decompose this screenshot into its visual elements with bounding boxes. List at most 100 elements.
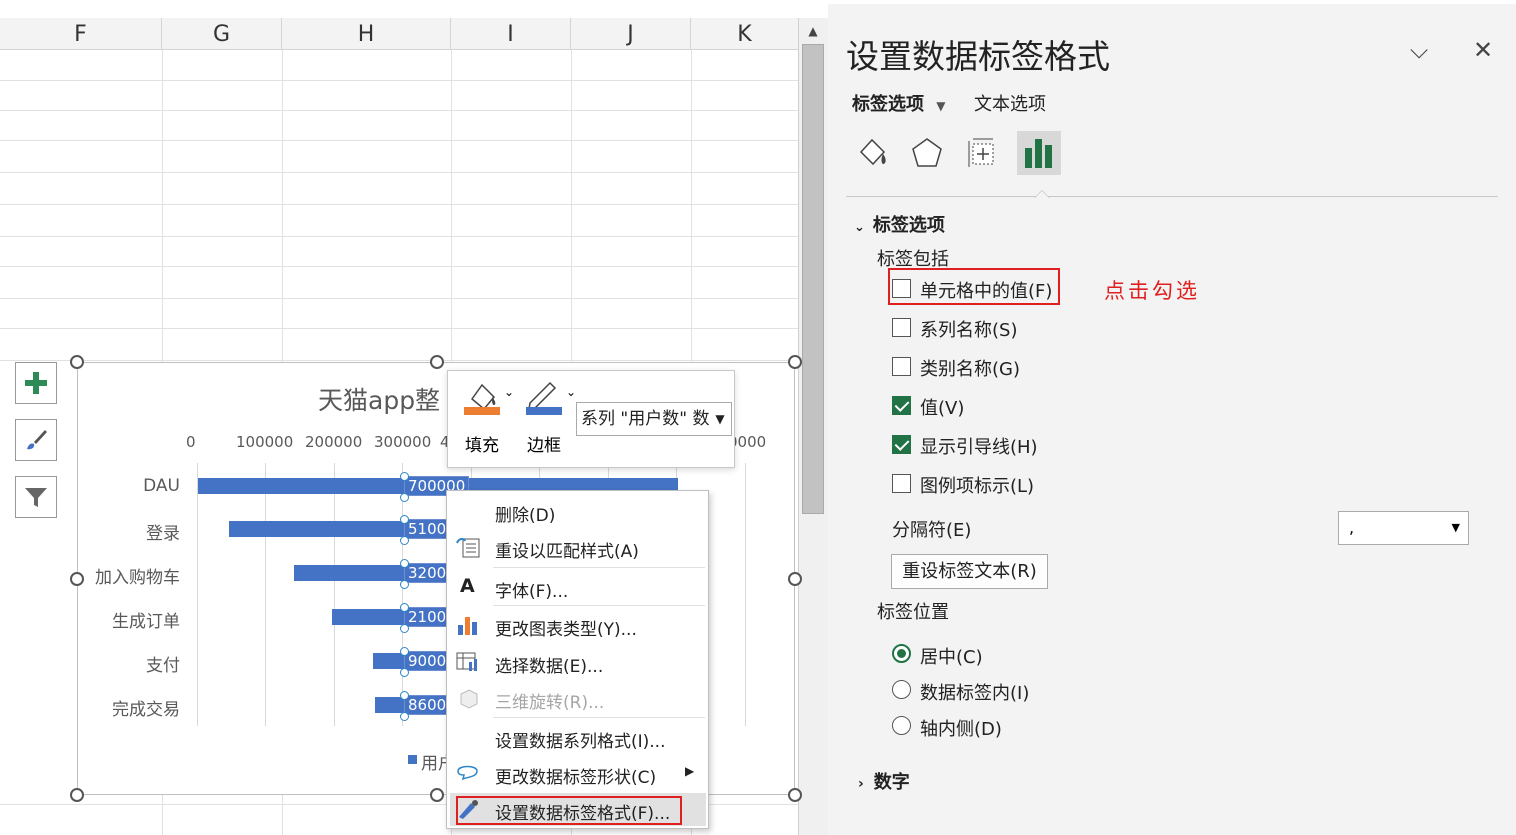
column-header-g[interactable]: G [162,18,282,50]
menu-item-change-label-shape[interactable]: 更改数据标签形状(C) ▶ [447,755,708,791]
gridline [265,463,266,726]
menu-item-3d-rotation[interactable]: 三维旋转(R)... [447,680,708,716]
resize-handle[interactable] [70,572,84,586]
column-header-k[interactable]: K [691,18,798,50]
selection-handle[interactable] [400,472,409,481]
collapse-pane-icon[interactable]: ⌵ [1410,36,1428,64]
data-label[interactable]: 9000 [404,651,451,671]
resize-handle[interactable] [788,355,802,369]
menu-item-select-data[interactable]: 选择数据(E)... [447,644,708,680]
selection-handle[interactable] [400,647,409,656]
grid-line [0,360,798,361]
tab-pointer-inner [1035,191,1049,198]
checkbox-category-name[interactable] [892,357,911,376]
tab-label-options[interactable]: 标签选项 ▼ [852,90,946,116]
column-header-j[interactable]: J [571,18,691,50]
label-options-section[interactable]: ⌄ 标签选项 [854,211,945,237]
menu-item-font[interactable]: A 字体(F)... [447,569,708,605]
grid-line [0,140,798,141]
radio-inside-end[interactable] [892,680,911,699]
menu-item-change-chart-type[interactable]: 更改图表类型(Y)... [447,607,708,643]
checkbox-label: 显示引导线(H) [920,437,1038,458]
close-icon[interactable]: ✕ [1473,36,1493,64]
number-section[interactable]: › 数字 [858,768,910,794]
checkbox-value[interactable] [892,396,911,415]
category-label: 完成交易 [112,700,180,720]
dropdown-arrow-icon: ▼ [709,403,731,435]
mini-toolbar: ⌄ 填充 ⌄ 边框 系列 "用户数" 数 ▼ [447,370,735,468]
menu-item-label: 更改图表类型(Y)... [495,620,637,640]
checkbox-leader-lines[interactable] [892,435,911,454]
tab-text-options[interactable]: 文本选项 [974,90,1046,116]
menu-separator [493,567,705,568]
reset-label-text-button[interactable]: 重设标签文本(R) [891,554,1048,589]
column-header-h[interactable]: H [282,18,451,50]
chart-title[interactable]: 天猫app整 [318,381,440,417]
checkbox-label: 单元格中的值(F) [920,281,1053,302]
selection-handle[interactable] [400,493,409,502]
separator-select[interactable]: , ▼ [1338,511,1469,545]
separator-value: , [1349,518,1355,537]
chart-type-icon [458,617,477,635]
selection-handle[interactable] [400,580,409,589]
checkbox-series-name[interactable] [892,318,911,337]
resize-handle[interactable] [430,355,444,369]
fill-button[interactable]: ⌄ 填充 [462,377,514,456]
checkbox-label: 值(V) [920,398,965,419]
fill-line-tab[interactable] [850,131,894,175]
selection-handle[interactable] [400,536,409,545]
radio-inside-base[interactable] [892,716,911,735]
resize-handle[interactable] [70,788,84,802]
grid-line [0,298,798,299]
select-data-icon [456,652,477,671]
menu-item-delete[interactable]: 删除(D) [447,493,708,529]
pane-top-edge [828,0,1516,4]
scroll-thumb[interactable] [802,44,824,514]
selection-handle[interactable] [400,712,409,721]
selection-handle[interactable] [400,624,409,633]
vertical-scrollbar[interactable]: ▲ [798,18,828,835]
reset-style-icon [456,537,480,558]
selection-handle[interactable] [400,691,409,700]
menu-item-reset-style[interactable]: 重设以匹配样式(A) [447,529,708,565]
resize-handle[interactable] [430,788,444,802]
pentagon-icon [912,138,942,167]
column-header-f[interactable]: F [0,18,162,50]
data-label[interactable]: 8600 [404,695,451,715]
checkbox-value-from-cells[interactable] [892,279,911,298]
series-select[interactable]: 系列 "用户数" 数 ▼ [576,402,732,436]
data-label[interactable]: 3200 [404,563,451,583]
selection-handle[interactable] [400,559,409,568]
size-properties-tab[interactable] [961,131,1005,175]
selection-handle[interactable] [400,515,409,524]
menu-item-label: 设置数据标签格式(F)... [495,804,671,824]
menu-item-label: 三维旋转(R)... [495,693,605,713]
resize-handle[interactable] [70,355,84,369]
column-headers: F G H I J K [0,18,798,50]
checkbox-label: 类别名称(G) [920,359,1020,380]
grid-line [0,236,798,237]
grid-line [0,204,798,205]
menu-item-format-series[interactable]: 设置数据系列格式(I)... [447,719,708,755]
category-label: 生成订单 [112,612,180,632]
checkbox-legend-key[interactable] [892,474,911,493]
size-properties-icon [968,138,994,167]
resize-handle[interactable] [788,788,802,802]
column-header-i[interactable]: I [451,18,571,50]
effects-tab[interactable] [905,131,949,175]
radio-center[interactable] [892,644,911,663]
data-label[interactable]: 2100 [404,607,451,627]
menu-item-format-data-labels[interactable]: 设置数据标签格式(F)... [447,791,708,827]
scroll-up-arrow-icon[interactable]: ▲ [799,20,827,42]
grid-line [0,80,798,81]
selection-handle[interactable] [400,603,409,612]
resize-handle[interactable] [788,572,802,586]
border-button[interactable]: ⌄ 边框 [524,377,576,456]
gridline [402,463,403,726]
bar-chart-icon [1025,139,1052,168]
label-options-tab[interactable] [1017,131,1061,175]
data-label[interactable]: 5100 [404,519,451,539]
selection-handle[interactable] [400,668,409,677]
chart-styles-button[interactable] [15,419,57,461]
chart-elements-button[interactable] [15,362,57,404]
